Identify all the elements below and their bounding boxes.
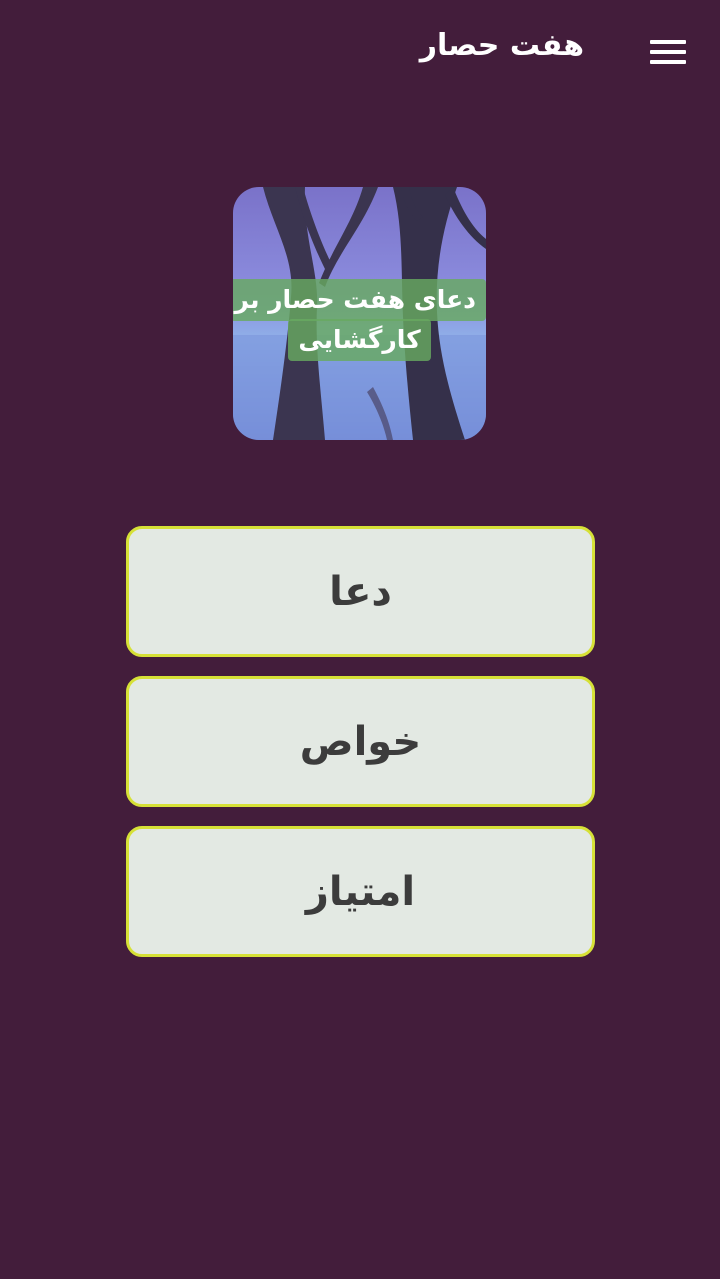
cover-caption-line1: دعای هفت حصار برای <box>233 279 486 321</box>
properties-button[interactable]: خواص <box>126 676 595 807</box>
app-bar: هفت حصار <box>0 0 720 100</box>
properties-button-label: خواص <box>299 718 422 765</box>
menu-line <box>650 40 686 44</box>
app-title: هفت حصار <box>419 28 584 63</box>
rate-button[interactable]: امتیاز <box>126 826 595 957</box>
menu-line <box>650 60 686 64</box>
prayer-button-label: دعا <box>329 568 392 615</box>
hamburger-menu-icon[interactable] <box>650 38 686 66</box>
cover-caption-line2: کارگشایی <box>288 319 431 361</box>
main-screen: هفت حصار دعای هفت حصار بر کارگشایی دعا خ… <box>0 0 720 1279</box>
prayer-button[interactable]: دعا <box>126 526 595 657</box>
menu-list: دعا خواص امتیاز <box>126 526 595 976</box>
menu-line <box>650 50 686 54</box>
rate-button-label: امتیاز <box>305 868 416 915</box>
cover-image: دعای هفت حصار برای کارگشایی <box>233 187 486 440</box>
cover-caption: دعای هفت حصار برای کارگشایی <box>233 279 486 361</box>
